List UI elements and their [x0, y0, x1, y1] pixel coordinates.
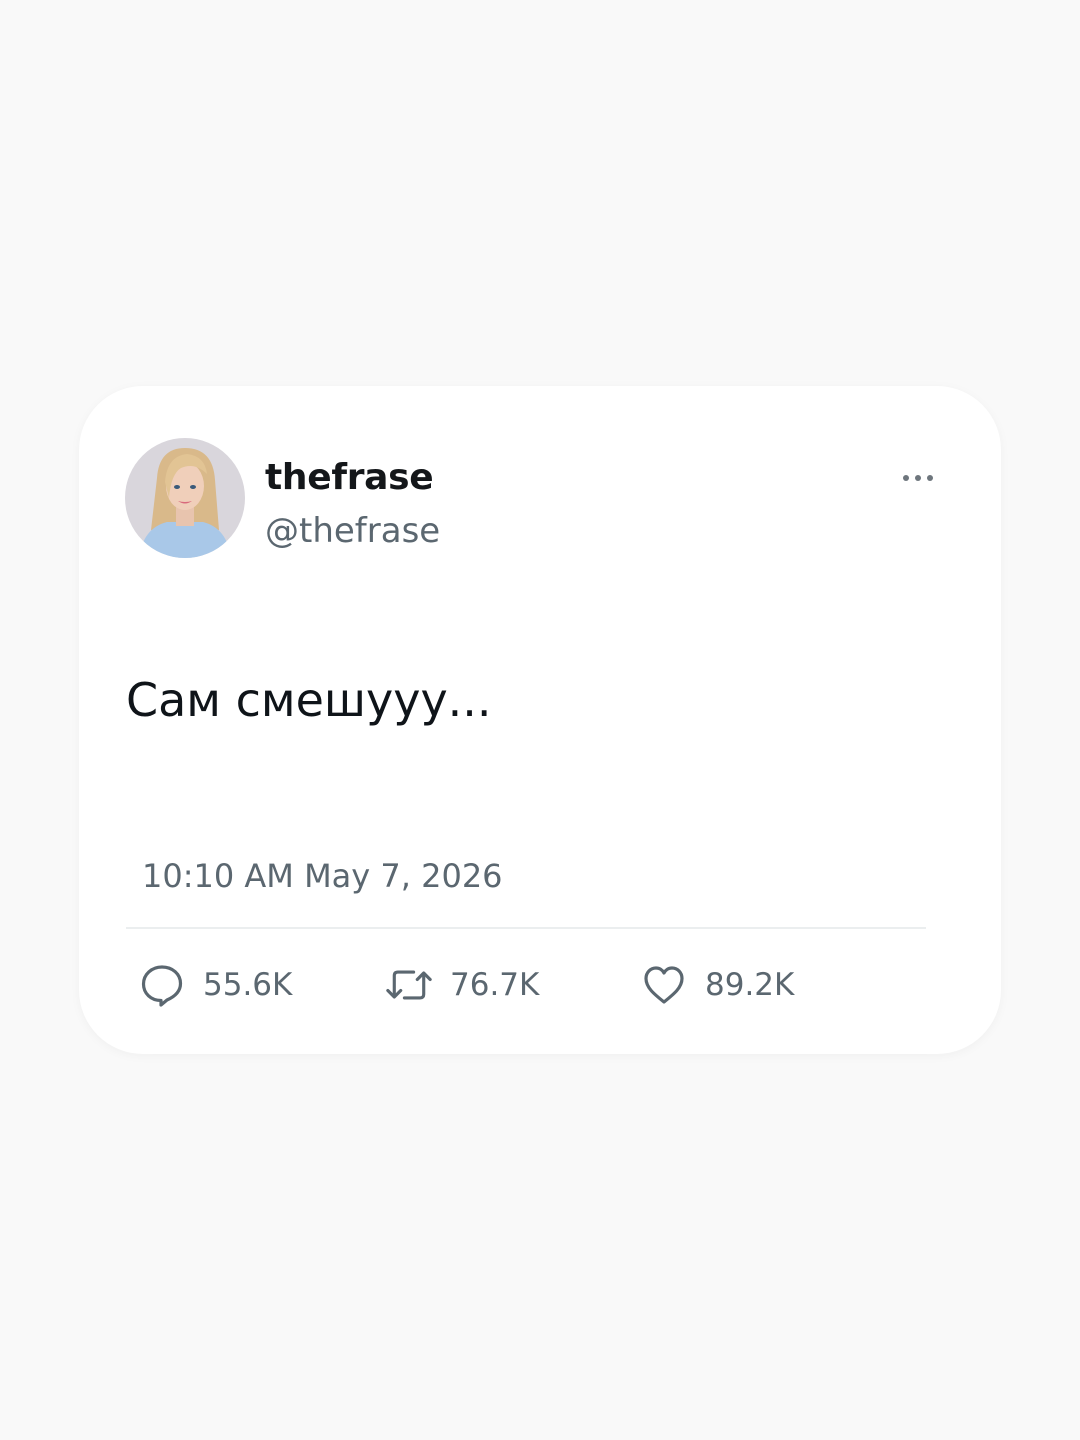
reply-count: 55.6K	[203, 966, 293, 1003]
more-options-icon[interactable]	[901, 470, 941, 486]
comment-icon	[139, 962, 185, 1008]
heart-icon	[641, 962, 687, 1008]
retweet-icon	[386, 962, 432, 1008]
avatar-image	[125, 438, 245, 558]
tweet-timestamp[interactable]: 10:10 AM May 7, 2026	[142, 860, 503, 892]
tweet-text: Сам смешууу...	[126, 673, 492, 727]
tweet-card: thefrase @thefrase Сам смешууу... 10:10 …	[79, 386, 1001, 1054]
like-button[interactable]: 89.2K	[641, 961, 794, 1009]
like-count: 89.2K	[705, 966, 795, 1003]
author-handle[interactable]: @thefrase	[265, 514, 440, 548]
retweet-button[interactable]: 76.7K	[386, 961, 539, 1009]
divider	[126, 927, 926, 929]
avatar[interactable]	[125, 438, 245, 558]
author-display-name[interactable]: thefrase	[265, 460, 434, 496]
reply-button[interactable]: 55.6K	[139, 961, 292, 1009]
retweet-count: 76.7K	[450, 966, 540, 1003]
